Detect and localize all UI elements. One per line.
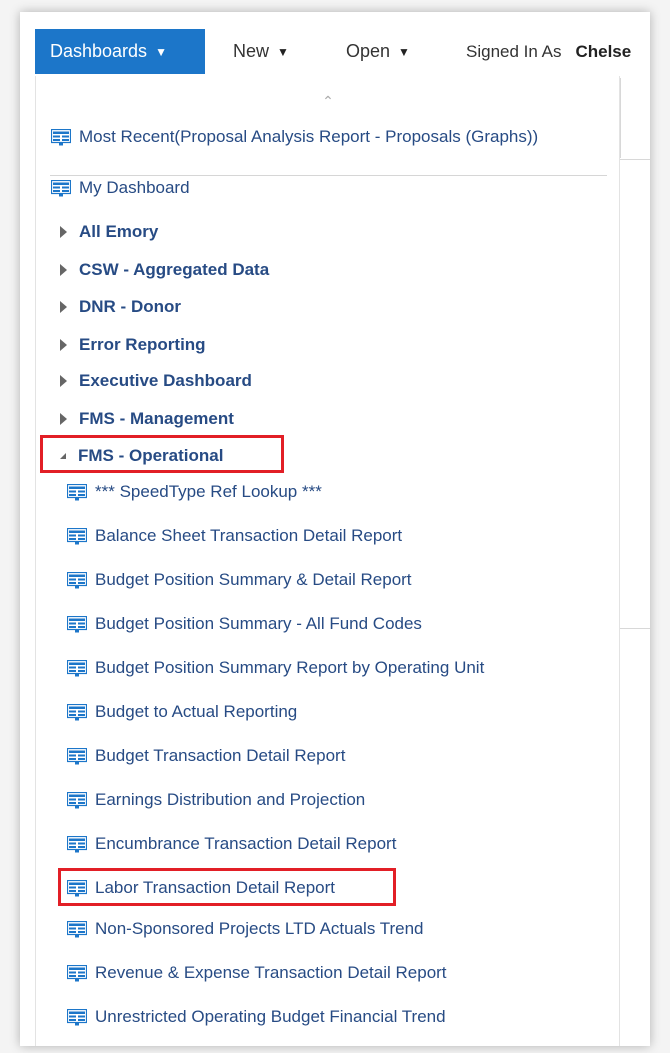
report-label: Encumbrance Transaction Detail Report: [95, 834, 397, 853]
background-divider: [620, 78, 621, 158]
folder-label: CSW - Aggregated Data: [79, 260, 270, 279]
triangle-right-icon[interactable]: [60, 226, 67, 238]
dashboard-icon: [67, 791, 87, 809]
caret-down-icon: ▼: [398, 44, 410, 59]
report-item[interactable]: Balance Sheet Transaction Detail Report: [67, 522, 402, 550]
folder-executive-dashboard[interactable]: Executive Dashboard: [60, 367, 252, 395]
report-item[interactable]: Budget Position Summary & Detail Report: [67, 566, 412, 594]
folder-label: Error Reporting: [79, 335, 206, 354]
report-label: Unrestricted Operating Budget Financial …: [95, 1007, 446, 1026]
dashboards-label: Dashboards: [50, 41, 148, 61]
report-label: Budget Position Summary & Detail Report: [95, 570, 412, 589]
top-navigation-bar: Dashboards ▼ New ▼ Open ▼ Signed In As C…: [20, 12, 650, 76]
dashboard-icon: [67, 571, 87, 589]
report-label: Earnings Distribution and Projection: [95, 790, 366, 809]
new-menu-button[interactable]: New ▼: [233, 29, 289, 74]
report-label: Balance Sheet Transaction Detail Report: [95, 526, 403, 545]
folder-label: All Emory: [79, 222, 159, 241]
caret-down-icon: ▼: [155, 44, 167, 59]
open-label: Open: [346, 41, 391, 61]
dashboard-icon: [51, 128, 71, 146]
background-divider: [620, 159, 650, 160]
my-dashboard-label: My Dashboard: [79, 178, 190, 197]
report-item[interactable]: Non-Sponsored Projects LTD Actuals Trend: [67, 915, 424, 943]
dashboard-icon: [67, 835, 87, 853]
dashboards-dropdown-menu: ⌃ Most Recent(Proposal Analysis Report -…: [35, 76, 620, 1046]
report-label: Budget to Actual Reporting: [95, 702, 298, 721]
dashboard-icon: [51, 179, 71, 197]
triangle-right-icon[interactable]: [60, 413, 67, 425]
report-item[interactable]: *** SpeedType Ref Lookup ***: [67, 478, 322, 506]
app-frame: Dashboards ▼ New ▼ Open ▼ Signed In As C…: [20, 12, 650, 1046]
triangle-right-icon[interactable]: [60, 264, 67, 276]
report-item[interactable]: Budget to Actual Reporting: [67, 698, 297, 726]
highlight-box: [40, 435, 284, 473]
signed-in-user[interactable]: Chelse: [575, 42, 631, 62]
folder-label: Executive Dashboard: [79, 371, 252, 390]
folder-all-emory[interactable]: All Emory: [60, 218, 158, 246]
dashboard-icon: [67, 659, 87, 677]
dashboard-icon: [67, 615, 87, 633]
signed-in-area[interactable]: Signed In As Chelse: [466, 29, 631, 74]
folder-dnr-donor[interactable]: DNR - Donor: [60, 293, 181, 321]
report-label: Budget Position Summary - All Fund Codes: [95, 614, 422, 633]
dashboard-icon: [67, 747, 87, 765]
folder-label: DNR - Donor: [79, 297, 181, 316]
report-label: Budget Transaction Detail Report: [95, 746, 346, 765]
folder-csw-aggregated-data[interactable]: CSW - Aggregated Data: [60, 256, 269, 284]
report-label: Non-Sponsored Projects LTD Actuals Trend: [95, 919, 424, 938]
most-recent-label: Most Recent(Proposal Analysis Report - P…: [79, 127, 539, 146]
chevron-up-icon[interactable]: ⌃: [322, 94, 334, 108]
background-divider: [620, 628, 650, 629]
report-label: *** SpeedType Ref Lookup ***: [95, 482, 322, 501]
open-menu-button[interactable]: Open ▼: [346, 29, 410, 74]
triangle-right-icon[interactable]: [60, 301, 67, 313]
folder-fms-management[interactable]: FMS - Management: [60, 405, 234, 433]
report-label: Budget Position Summary Report by Operat…: [95, 658, 485, 677]
dashboard-icon: [67, 527, 87, 545]
report-item[interactable]: Revenue & Expense Transaction Detail Rep…: [67, 959, 447, 987]
highlight-box: [58, 868, 396, 906]
dashboards-menu-button[interactable]: Dashboards ▼: [35, 29, 205, 74]
caret-down-icon: ▼: [277, 44, 289, 59]
report-item[interactable]: Budget Position Summary - All Fund Codes: [67, 610, 422, 638]
dashboard-icon: [67, 1008, 87, 1026]
triangle-right-icon[interactable]: [60, 339, 67, 351]
folder-error-reporting[interactable]: Error Reporting: [60, 331, 206, 359]
report-item[interactable]: Unrestricted Operating Budget Financial …: [67, 1003, 446, 1031]
signed-in-label: Signed In As: [466, 41, 562, 61]
dashboard-icon: [67, 964, 87, 982]
report-item[interactable]: Budget Position Summary Report by Operat…: [67, 654, 484, 682]
new-label: New: [233, 41, 270, 61]
dashboard-icon: [67, 920, 87, 938]
report-label: Revenue & Expense Transaction Detail Rep…: [95, 963, 447, 982]
my-dashboard-item[interactable]: My Dashboard: [51, 174, 190, 202]
folder-label: FMS - Management: [79, 409, 234, 428]
report-item[interactable]: Budget Transaction Detail Report: [67, 742, 345, 770]
most-recent-item[interactable]: Most Recent(Proposal Analysis Report - P…: [51, 123, 538, 151]
dashboard-icon: [67, 483, 87, 501]
dashboard-icon: [67, 703, 87, 721]
triangle-right-icon[interactable]: [60, 375, 67, 387]
report-item[interactable]: Encumbrance Transaction Detail Report: [67, 830, 396, 858]
report-item[interactable]: Earnings Distribution and Projection: [67, 786, 365, 814]
